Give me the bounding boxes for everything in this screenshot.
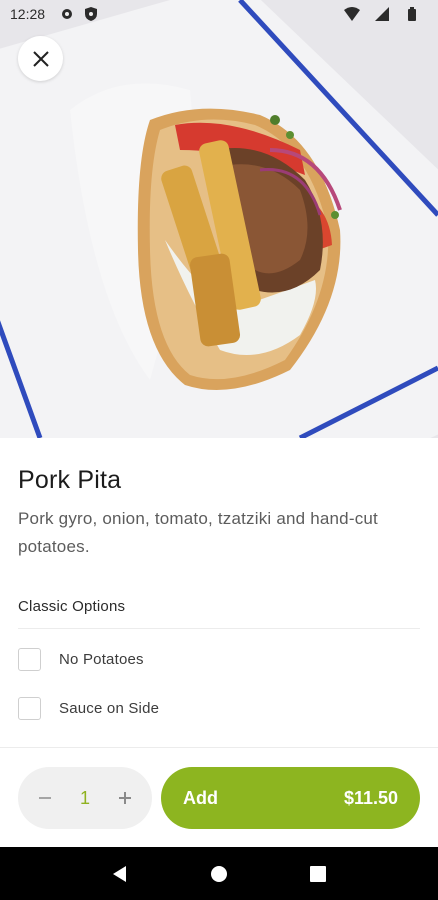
back-button[interactable] <box>108 862 132 886</box>
product-description: Pork gyro, onion, tomato, tzatziki and h… <box>18 509 378 556</box>
signal-icon <box>374 6 390 22</box>
close-icon <box>32 50 49 67</box>
price: $11.50 <box>343 787 398 808</box>
decrement-button[interactable] <box>34 787 56 809</box>
close-button[interactable] <box>18 36 63 81</box>
option-label: No Potatoes <box>59 651 144 668</box>
recents-icon <box>310 865 327 882</box>
add-label: Add <box>183 787 218 808</box>
home-icon <box>210 865 227 882</box>
option-sauce-on-side[interactable]: Sauce on Side <box>18 697 159 720</box>
checkbox[interactable] <box>18 697 41 720</box>
divider <box>18 628 420 629</box>
option-label: Sauce on Side <box>59 700 160 717</box>
minus-icon <box>39 797 51 799</box>
gear-icon <box>59 6 75 22</box>
quantity-value: 1 <box>79 787 90 808</box>
increment-button[interactable] <box>114 787 136 809</box>
shield-icon <box>83 6 99 22</box>
divider <box>0 747 438 748</box>
options-group-title: Classic Options <box>18 598 126 615</box>
battery-icon <box>404 6 420 22</box>
status-bar: 12:28 <box>0 0 438 28</box>
quantity-stepper: 1 <box>18 767 152 829</box>
product-image <box>0 0 438 438</box>
home-button[interactable] <box>207 862 231 886</box>
add-to-cart-button[interactable]: Add $11.50 <box>161 767 420 829</box>
product-title: Pork Pita <box>18 466 122 494</box>
plus-icon <box>118 792 131 804</box>
pork-pita-photo <box>0 0 438 438</box>
option-no-potatoes[interactable]: No Potatoes <box>18 648 144 671</box>
wifi-icon <box>344 6 360 22</box>
navigation-bar <box>0 847 438 900</box>
back-icon <box>112 865 126 882</box>
status-time: 12:28 <box>10 6 46 22</box>
recents-button[interactable] <box>306 862 330 886</box>
checkbox[interactable] <box>18 648 41 671</box>
